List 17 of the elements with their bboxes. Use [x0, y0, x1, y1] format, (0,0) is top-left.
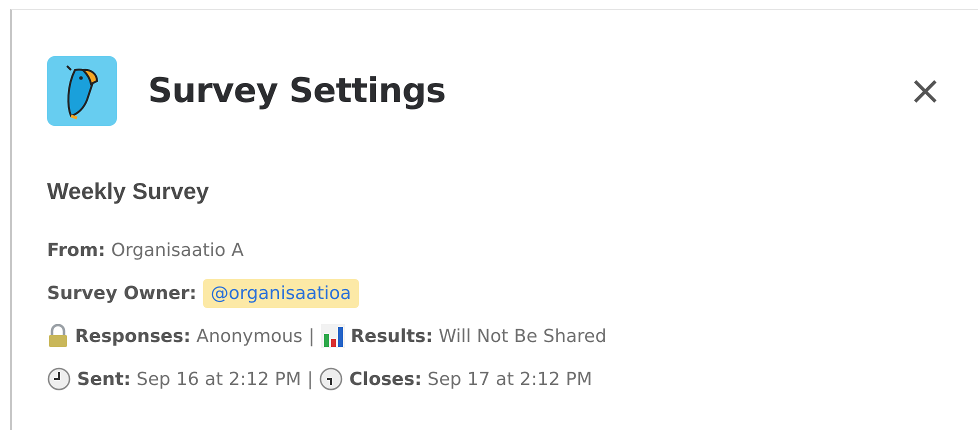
survey-detail: Results: Will Not Be Shared: [350, 326, 607, 346]
survey-detail: From: Organisaatio A: [47, 240, 244, 260]
survey-detail: Responses: Anonymous: [75, 326, 303, 346]
survey-detail: Closes: Sep 17 at 2:12 PM: [349, 368, 592, 390]
padlock-icon: [47, 324, 69, 348]
survey-name: Weekly Survey: [47, 178, 210, 205]
dialog-title: Survey Settings: [148, 71, 447, 111]
separator-text: |: [308, 326, 315, 346]
bird-logo-icon: [47, 56, 117, 126]
clock-icon: [319, 367, 344, 391]
owner-mention[interactable]: @organisaatioa: [202, 278, 360, 308]
close-button[interactable]: ×: [902, 71, 948, 111]
owner-label: Survey Owner:: [47, 282, 197, 304]
bar-chart-icon: [320, 324, 345, 348]
survey-detail: Sent: Sep 16 at 2:12 PM: [77, 368, 302, 390]
clock-icon: [47, 367, 71, 391]
separator-text: |: [307, 368, 314, 390]
